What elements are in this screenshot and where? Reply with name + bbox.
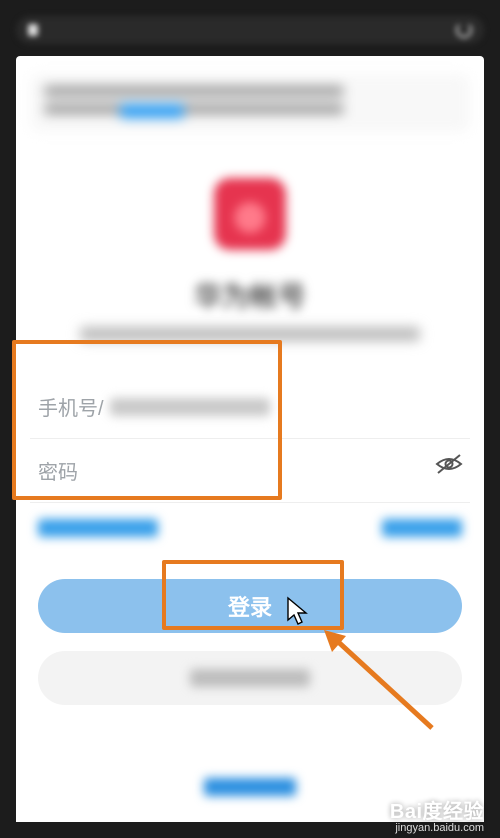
password-label: 密码 — [38, 456, 78, 485]
login-button-label: 登录 — [228, 590, 272, 622]
brand-subtitle — [80, 327, 420, 341]
login-button[interactable]: 登录 — [38, 579, 462, 633]
register-button-label — [190, 669, 310, 687]
promo-banner[interactable] — [30, 74, 470, 132]
password-field[interactable]: 密码 — [30, 439, 470, 503]
page-content: 华为帐号 手机号/ 密码 登录 — [16, 56, 484, 822]
app-logo-icon — [214, 178, 286, 250]
phone-placeholder-blur — [110, 398, 270, 416]
login-form: 手机号/ 密码 — [30, 375, 470, 503]
refresh-icon[interactable] — [456, 22, 472, 38]
bottom-link[interactable] — [204, 778, 296, 796]
sms-login-link[interactable] — [38, 519, 158, 537]
phone-field[interactable]: 手机号/ — [30, 375, 470, 439]
watermark-url: jingyan.baidu.com — [390, 822, 484, 834]
toggle-password-visibility-icon[interactable] — [434, 452, 464, 481]
lock-icon — [28, 24, 38, 36]
browser-addressbar[interactable] — [16, 16, 484, 44]
watermark: Bai度经验 jingyan.baidu.com — [390, 795, 484, 834]
forgot-password-link[interactable] — [382, 519, 462, 537]
brand-title: 华为帐号 — [16, 275, 484, 315]
phone-label: 手机号/ — [38, 392, 104, 421]
watermark-brand: Bai度经验 — [390, 795, 484, 824]
register-button[interactable] — [38, 651, 462, 705]
